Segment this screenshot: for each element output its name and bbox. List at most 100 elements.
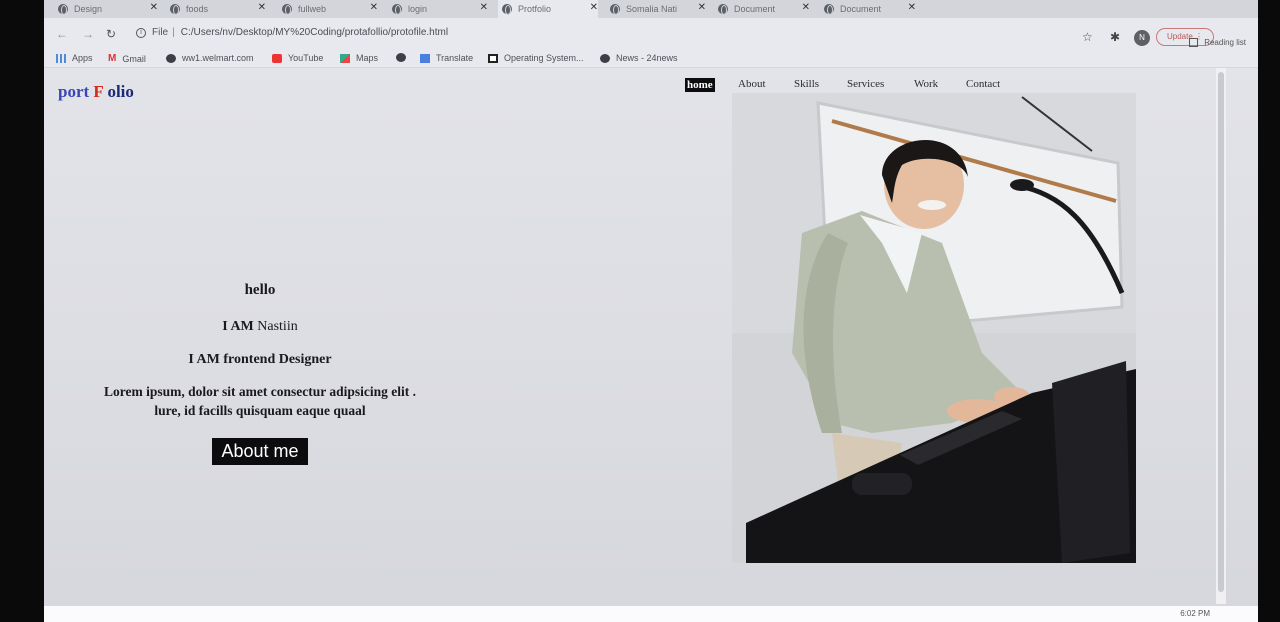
hero-name-line: I AM Nastiin (44, 319, 476, 335)
nav-contact[interactable]: Contact (966, 78, 1000, 90)
avatar[interactable]: N (1134, 30, 1150, 46)
tab-protfolio[interactable]: Protfolio ✕ (498, 0, 598, 18)
nav-home[interactable]: home (685, 78, 715, 92)
hero-description: Lorem ipsum, dolor sit amet consectur ad… (44, 382, 476, 420)
tab-strip: Design ✕ foods ✕ fullweb ✕ login ✕ Protf… (44, 0, 1258, 18)
tab-foods[interactable]: foods ✕ (170, 0, 266, 18)
globe-icon (282, 4, 292, 15)
back-arrow-icon[interactable]: ← (56, 27, 68, 41)
tab-label: Document (840, 4, 882, 14)
tab-label: Document (734, 4, 776, 14)
globe-icon (718, 4, 728, 15)
address-bar[interactable]: i File | C:/Users/nv/Desktop/MY%20Coding… (136, 27, 448, 38)
globe-icon (824, 4, 834, 15)
reload-icon[interactable]: ↻ (106, 27, 116, 41)
browser-toolbar: ← → ↻ i File | C:/Users/nv/Desktop/MY%20… (44, 18, 1258, 46)
reading-list-icon (1189, 38, 1199, 47)
logo-part-olio: olio (103, 82, 134, 101)
bookmark-gmail[interactable]: M Gmail (108, 53, 146, 64)
taskbar-clock: 6:02 PM (1180, 609, 1210, 618)
bookmark-globe[interactable] (396, 53, 412, 62)
bookmark-label: Translate (436, 53, 474, 63)
tab-document-2[interactable]: Document ✕ (824, 0, 916, 18)
tab-label: Design (74, 4, 103, 14)
tab-design[interactable]: Design ✕ (58, 0, 158, 18)
hero-photo (732, 93, 1136, 563)
close-icon[interactable]: ✕ (150, 2, 158, 13)
globe-icon (170, 4, 180, 15)
browser-window: Design ✕ foods ✕ fullweb ✕ login ✕ Protf… (44, 0, 1258, 622)
tab-login[interactable]: login ✕ (392, 0, 488, 18)
tab-label: Somalia Nati (626, 4, 678, 14)
tab-label: fullweb (298, 4, 327, 14)
tab-somalia[interactable]: Somalia Nati ✕ (610, 0, 706, 18)
globe-icon (502, 4, 512, 15)
extensions-icon[interactable]: ✱ (1110, 30, 1120, 44)
bookmark-youtube[interactable]: YouTube (272, 53, 323, 63)
close-icon[interactable]: ✕ (258, 2, 266, 13)
bookmarks-bar: Apps M Gmail ww1.welmart.com YouTube Map… (44, 46, 1258, 68)
bookmark-apps[interactable]: Apps (56, 53, 93, 63)
close-icon[interactable]: ✕ (802, 2, 810, 13)
youtube-icon (272, 53, 282, 63)
bookmark-operating-system[interactable]: Operating System... (488, 53, 584, 63)
close-icon[interactable]: ✕ (480, 2, 488, 13)
globe-icon (600, 53, 610, 63)
reading-list[interactable]: Reading list (1189, 38, 1246, 47)
bookmark-label: Operating System... (504, 53, 584, 63)
globe-icon (166, 53, 176, 63)
nav-work[interactable]: Work (914, 78, 938, 90)
monitor-bezel-right (1256, 0, 1280, 622)
hero-name: Nastiin (253, 319, 298, 334)
close-icon[interactable]: ✕ (370, 2, 378, 13)
bookmark-label: Gmail (122, 53, 146, 64)
page-scrollbar[interactable] (1216, 68, 1226, 604)
tab-document[interactable]: Document ✕ (718, 0, 810, 18)
tab-label: login (408, 4, 428, 14)
monitor-bezel-left (0, 0, 46, 622)
tab-label: foods (186, 4, 209, 14)
address-separator: | (172, 27, 175, 38)
os-taskbar: 6:02 PM (44, 606, 1258, 622)
os-icon (488, 53, 498, 63)
bookmark-welmart[interactable]: ww1.welmart.com (166, 53, 254, 63)
logo-part-f: F (93, 82, 104, 101)
address-url: C:/Users/nv/Desktop/MY%20Coding/protafol… (180, 27, 449, 38)
reading-list-label: Reading list (1204, 38, 1246, 47)
gmail-icon: M (108, 53, 117, 64)
hero-description-line-2: lure, id facills quisquam eaque quaal (154, 403, 366, 418)
close-icon[interactable]: ✕ (908, 2, 916, 13)
close-icon[interactable]: ✕ (590, 2, 598, 13)
bookmark-label: Maps (356, 53, 379, 63)
globe-icon (58, 4, 68, 15)
bookmark-translate[interactable]: Translate (420, 53, 473, 63)
portfolio-page: port F olio home About Skills Services W… (44, 68, 1224, 622)
tab-label: Protfolio (518, 4, 552, 14)
bookmark-label: ww1.welmart.com (182, 53, 254, 63)
hero-description-line-1: Lorem ipsum, dolor sit amet consectur ad… (104, 384, 416, 399)
scrollbar-thumb[interactable] (1218, 72, 1224, 592)
translate-icon (420, 53, 430, 63)
globe-icon (392, 4, 402, 15)
bookmark-label: Apps (72, 53, 93, 63)
logo-part-port: port (58, 82, 94, 101)
tab-fullweb[interactable]: fullweb ✕ (282, 0, 378, 18)
bookmark-maps[interactable]: Maps (340, 53, 378, 63)
bookmark-label: YouTube (288, 53, 324, 63)
globe-icon (396, 53, 406, 62)
about-me-button[interactable]: About me (212, 438, 308, 465)
globe-icon (610, 4, 620, 15)
hero-greeting: hello (244, 282, 276, 298)
apps-grid-icon (56, 53, 66, 63)
close-icon[interactable]: ✕ (698, 2, 706, 13)
nav-services[interactable]: Services (847, 78, 884, 90)
presenter-photo-illustration (732, 93, 1136, 563)
bookmark-news[interactable]: News - 24news (600, 53, 678, 63)
nav-skills[interactable]: Skills (794, 78, 819, 90)
hero-iam-prefix: I AM (222, 319, 254, 334)
star-icon[interactable]: ☆ (1082, 30, 1093, 44)
site-logo[interactable]: port F olio (58, 82, 134, 102)
forward-arrow-icon[interactable]: → (82, 27, 94, 41)
nav-about[interactable]: About (738, 78, 766, 90)
info-icon[interactable]: i (136, 27, 146, 38)
